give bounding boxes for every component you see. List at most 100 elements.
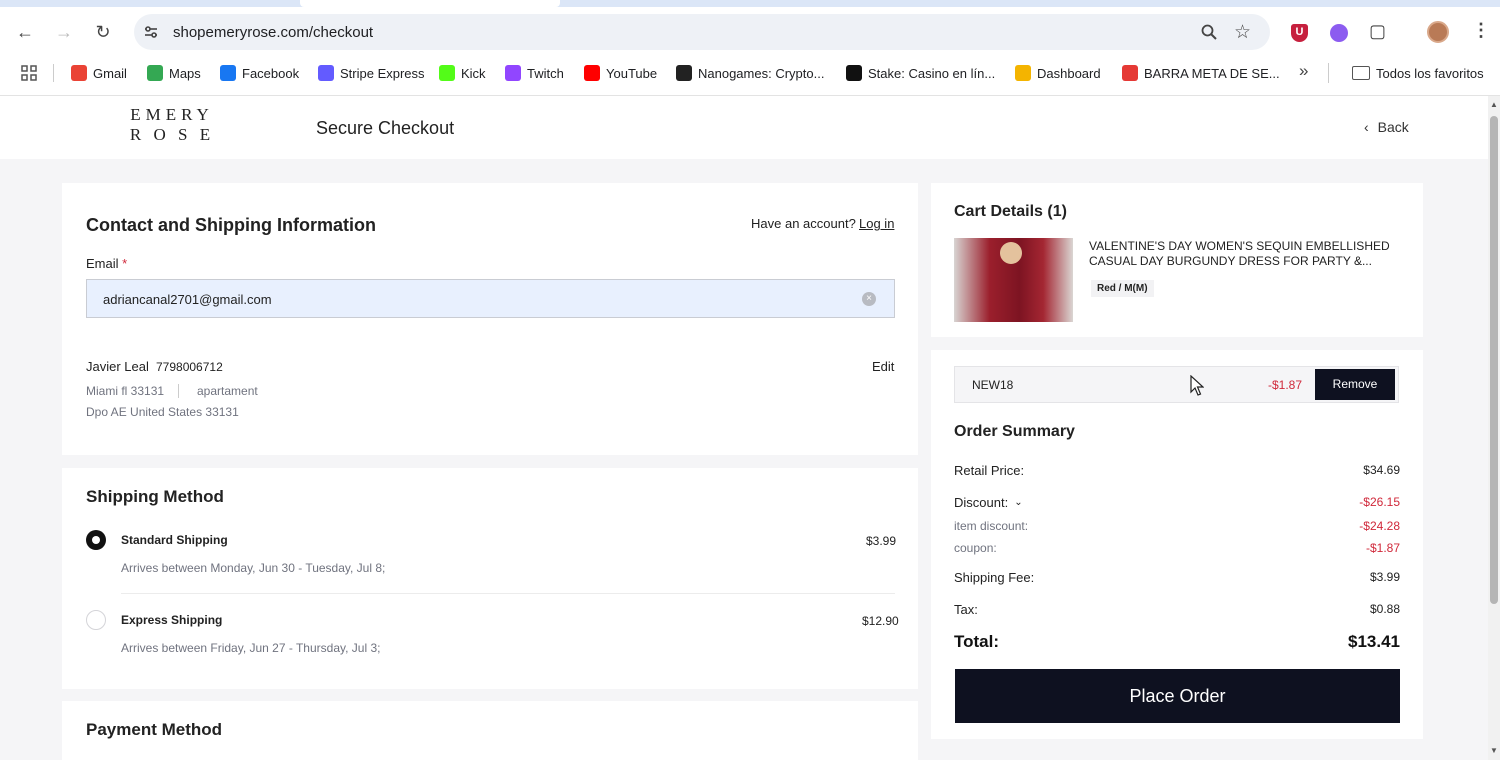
forward-arrow-icon[interactable]: → — [52, 20, 76, 44]
bookmark-label: Stripe Express — [340, 65, 425, 81]
coupon-field[interactable]: NEW18 -$1.87 Remove — [954, 366, 1399, 403]
radio-selected[interactable] — [86, 530, 106, 550]
reload-icon[interactable]: ↻ — [91, 20, 115, 44]
edit-address-link[interactable]: Edit — [872, 359, 894, 374]
youtube-icon — [584, 65, 600, 81]
bookmark-item[interactable]: Gmail — [71, 63, 127, 83]
puzzle-icon[interactable]: ▢ — [1369, 21, 1386, 42]
email-value[interactable]: adriancanal2701@gmail.com — [103, 292, 272, 307]
bookmark-item[interactable]: Maps — [147, 63, 201, 83]
shipping-method-title: Shipping Method — [86, 487, 224, 506]
bookmark-item[interactable]: Stripe Express — [318, 63, 425, 83]
radio-unselected[interactable] — [86, 610, 106, 630]
required-mark: * — [122, 256, 128, 271]
back-label: Back — [1377, 119, 1409, 135]
total-value: $13.41 — [1348, 632, 1400, 651]
chevron-left-icon: ‹ — [1364, 119, 1369, 135]
address-bar[interactable]: shopemeryrose.com/checkout ☆ — [134, 14, 1270, 50]
clear-input-icon[interactable]: × — [862, 292, 876, 306]
email-label-text: Email — [86, 256, 119, 271]
bookmark-item[interactable]: Kick — [439, 63, 486, 83]
shipping-method-card: Shipping Method Standard Shipping $3.99 … — [62, 468, 918, 689]
shipping-phone: 7798006712 — [156, 360, 223, 374]
checkout-header: EMERY R O S E Secure Checkout ‹ Back — [0, 96, 1488, 159]
email-field[interactable]: adriancanal2701@gmail.com × — [86, 279, 895, 318]
shipping-option-standard[interactable]: Standard Shipping $3.99 Arrives between … — [86, 530, 897, 592]
bookmark-item[interactable]: Dashboard — [1015, 63, 1101, 83]
bookmark-divider — [1328, 63, 1329, 83]
more-bookmarks-icon[interactable]: » — [1299, 61, 1308, 81]
scroll-down-icon[interactable]: ▼ — [1490, 746, 1498, 755]
zoom-icon[interactable] — [1200, 23, 1218, 41]
mouse-cursor-icon — [1190, 375, 1204, 396]
gmail-icon — [71, 65, 87, 81]
shipping-option-price: $3.99 — [866, 534, 897, 548]
bookmark-label: Facebook — [242, 65, 300, 81]
page-title: Secure Checkout — [316, 118, 455, 138]
bookmark-item[interactable]: BARRA META DE SE... — [1122, 63, 1280, 83]
bookmark-label: Stake: Casino en lín... — [868, 65, 996, 81]
all-bookmarks[interactable]: Todos los favoritos — [1352, 63, 1484, 83]
discount-value: -$26.15 — [1359, 495, 1400, 509]
maps-icon — [147, 65, 163, 81]
contact-card: Contact and Shipping Information Have an… — [62, 183, 918, 455]
kebab-menu-icon[interactable]: ⋮ — [1472, 20, 1490, 41]
stripe-icon — [318, 65, 334, 81]
shipping-option-eta: Arrives between Monday, Jun 30 - Tuesday… — [121, 561, 386, 575]
bookmark-item[interactable]: Twitch — [505, 63, 564, 83]
bookmark-item[interactable]: Facebook — [220, 63, 299, 83]
bookmark-label: YouTube — [606, 65, 658, 81]
shipping-fee-value: $3.99 — [1369, 570, 1400, 584]
extension-icon[interactable] — [1330, 24, 1348, 42]
bookmark-star-icon[interactable]: ☆ — [1234, 21, 1251, 44]
address-apartment: apartament — [197, 384, 258, 398]
shipping-option-name: Standard Shipping — [121, 533, 228, 547]
shipping-option-express[interactable]: Express Shipping $12.90 Arrives between … — [86, 610, 899, 672]
tax-value: $0.88 — [1369, 602, 1400, 616]
product-name[interactable]: VALENTINE'S DAY WOMEN'S SEQUIN EMBELLISH… — [1089, 239, 1399, 269]
bookmark-item[interactable]: Stake: Casino en lín... — [846, 63, 995, 83]
tab-strip — [0, 0, 1500, 7]
shipping-option-eta: Arrives between Friday, Jun 27 - Thursda… — [121, 641, 381, 655]
bookmark-label: BARRA META DE SE... — [1144, 65, 1280, 81]
login-link[interactable]: Log in — [859, 216, 894, 231]
active-tab[interactable] — [300, 0, 560, 7]
site-settings-icon[interactable] — [143, 24, 159, 40]
payment-method-title: Payment Method — [86, 720, 223, 739]
apps-grid-icon[interactable] — [20, 64, 38, 82]
facebook-icon — [220, 65, 236, 81]
address-city: Miami fl 33131 — [86, 384, 165, 398]
logo-line-2: R O S E — [129, 125, 215, 144]
place-order-button[interactable]: Place Order — [955, 669, 1400, 723]
bookmark-label: Maps — [169, 65, 201, 81]
retail-price-label: Retail Price: — [954, 463, 1025, 478]
coupon-discount-label: coupon: — [954, 541, 997, 555]
coupon-code[interactable]: NEW18 — [972, 378, 1013, 392]
bookmark-item[interactable]: YouTube — [584, 63, 657, 83]
scrollbar-thumb[interactable] — [1490, 116, 1498, 604]
coupon-amount: -$1.87 — [1268, 378, 1303, 392]
bookmark-label: Gmail — [93, 65, 127, 81]
bookmark-item[interactable]: Nanogames: Crypto... — [676, 63, 824, 83]
remove-coupon-button[interactable]: Remove — [1315, 369, 1395, 400]
dashboard-icon — [1015, 65, 1031, 81]
logo-line-1: EMERY — [130, 105, 214, 124]
contact-title: Contact and Shipping Information — [86, 215, 376, 235]
url-text[interactable]: shopemeryrose.com/checkout — [173, 24, 373, 41]
page-scrollbar[interactable]: ▲ ▼ — [1488, 96, 1500, 760]
bookmark-label: Twitch — [527, 65, 564, 81]
profile-avatar[interactable] — [1427, 21, 1449, 43]
discount-toggle[interactable]: Discount: ⌄ — [954, 495, 1023, 510]
shipping-option-price: $12.90 — [862, 614, 899, 628]
scroll-up-icon[interactable]: ▲ — [1490, 100, 1498, 109]
all-bookmarks-label: Todos los favoritos — [1376, 65, 1484, 81]
cart-details-card: Cart Details (1) VALENTINE'S DAY WOMEN'S… — [931, 183, 1423, 337]
ublock-icon[interactable]: U — [1291, 24, 1308, 42]
product-thumbnail[interactable] — [954, 238, 1073, 322]
barra-icon — [1122, 65, 1138, 81]
item-discount-label: item discount: — [954, 519, 1029, 533]
logo[interactable]: EMERY R O S E — [122, 105, 222, 145]
back-link[interactable]: ‹ Back — [1364, 119, 1409, 135]
coupon-discount-value: -$1.87 — [1365, 541, 1400, 555]
back-arrow-icon[interactable]: ← — [13, 20, 37, 44]
